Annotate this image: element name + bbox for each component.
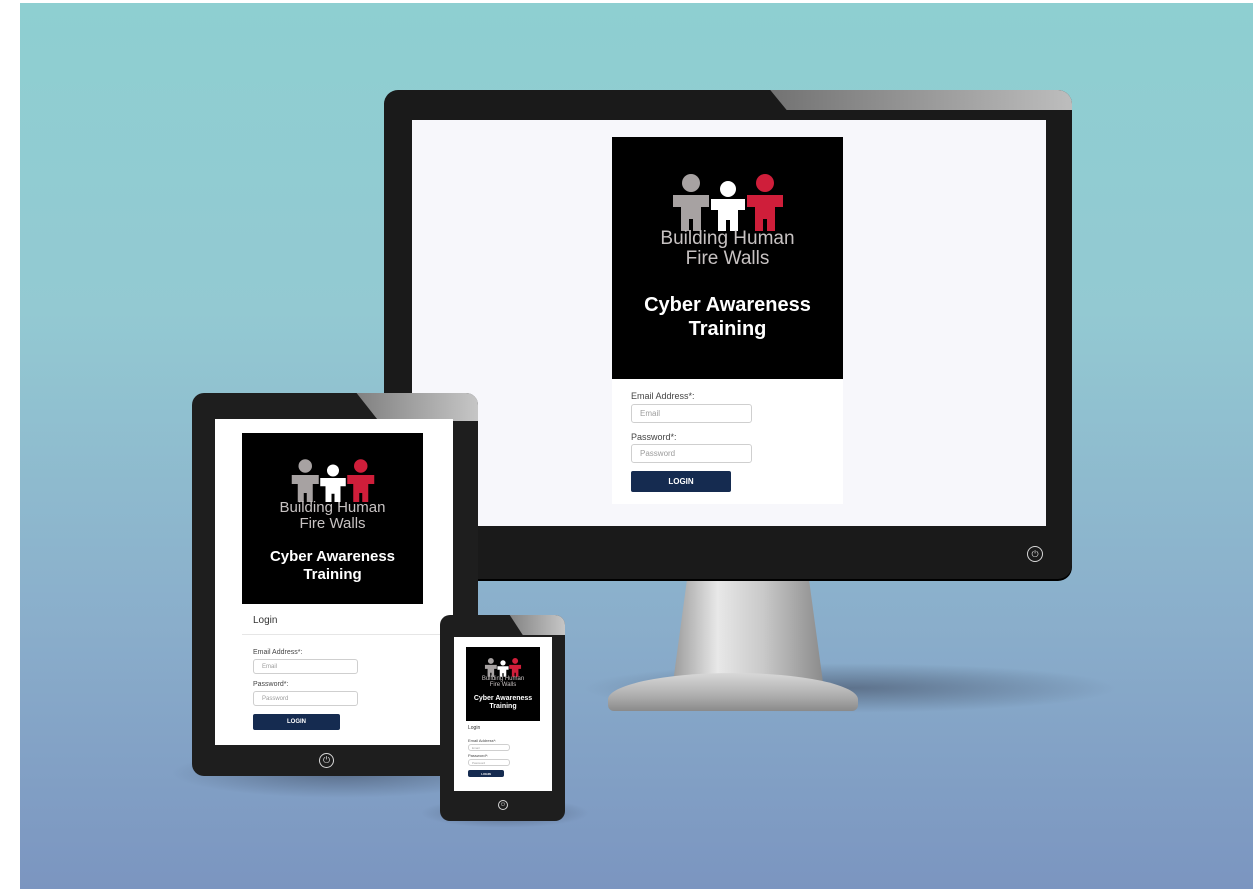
phone-brand-title-line2: Training	[489, 702, 517, 710]
monitor-bezel-glare	[770, 90, 1072, 110]
phone-login-button[interactable]: LOGIN	[468, 770, 504, 777]
tablet-email-placeholder: Email	[262, 663, 278, 670]
monitor-screen: Building Human Fire Walls Cyber Awarenes…	[412, 120, 1046, 526]
phone-device: Building Human Fire Walls Cyber Awarenes…	[440, 615, 565, 821]
phone-brand-name-line2: Fire Walls	[489, 682, 517, 689]
tablet-puzzle-people-logo-icon	[291, 459, 374, 502]
email-placeholder: Email	[640, 409, 661, 418]
phone-brand-banner: Building Human Fire Walls Cyber Awarenes…	[466, 647, 540, 721]
background-stage: Building Human Fire Walls Cyber Awarenes…	[20, 3, 1253, 889]
tablet-password-placeholder: Password	[262, 695, 289, 702]
phone-puzzle-people-logo-icon	[484, 657, 522, 677]
tablet-screen: Building Human Fire Walls Cyber Awarenes…	[215, 419, 453, 745]
tablet-brand-name-line2: Fire Walls	[299, 514, 366, 532]
tablet-email-label: Email Address*:	[253, 649, 303, 656]
power-icon[interactable]: ⏻	[1027, 546, 1043, 562]
phone-password-placeholder: Password	[472, 760, 486, 765]
tablet-login-heading: Login	[253, 615, 278, 626]
phone-email-placeholder: Email	[472, 745, 480, 750]
phone-login-heading: Login	[468, 725, 481, 731]
puzzle-people-logo-icon	[672, 174, 783, 231]
phone-power-icon[interactable]: ⏻	[498, 800, 508, 810]
tablet-password-field[interactable]: Password	[253, 691, 358, 706]
brand-banner: Building Human Fire Walls Cyber Awarenes…	[612, 137, 843, 379]
tablet-device: Building Human Fire Walls Cyber Awarenes…	[192, 393, 478, 776]
phone-password-label: Password*:	[468, 753, 489, 758]
tablet-brand-title-line2: Training	[303, 565, 362, 583]
phone-password-field[interactable]: Password	[468, 759, 510, 766]
phone-screen: Building Human Fire Walls Cyber Awarenes…	[454, 637, 552, 791]
phone-email-field[interactable]: Email	[468, 744, 510, 751]
phone-email-label: Email Address*:	[468, 738, 497, 743]
email-field[interactable]: Email	[631, 404, 752, 423]
tablet-bezel-glare	[356, 393, 478, 421]
tablet-brand-banner: Building Human Fire Walls Cyber Awarenes…	[242, 433, 423, 604]
brand-name-line2: Fire Walls	[685, 247, 770, 269]
tablet-brand-name-line1: Building Human	[279, 499, 386, 516]
desktop-monitor: Building Human Fire Walls Cyber Awarenes…	[384, 90, 1072, 579]
password-placeholder: Password	[640, 449, 676, 458]
tablet-divider	[242, 634, 453, 635]
tablet-login-button[interactable]: LOGIN	[253, 714, 340, 730]
brand-title-line2: Training	[688, 317, 767, 340]
email-label: Email Address*:	[631, 391, 695, 401]
phone-bezel-glare	[509, 615, 565, 635]
tablet-email-field[interactable]: Email	[253, 659, 358, 674]
tablet-brand-title-line1: Cyber Awareness	[269, 547, 396, 565]
brand-title-line1: Cyber Awareness	[644, 293, 811, 316]
login-button[interactable]: LOGIN	[631, 471, 731, 492]
tablet-power-icon[interactable]: ⏻	[319, 753, 334, 768]
password-label: Password*:	[631, 432, 677, 442]
brand-name-line1: Building Human	[660, 228, 795, 249]
password-field[interactable]: Password	[631, 444, 752, 463]
login-card: Email Address*: Email Password*: Passwor…	[612, 379, 843, 504]
tablet-password-label: Password*:	[253, 681, 289, 688]
phone-brand-title-line1: Cyber Awareness	[473, 694, 533, 702]
